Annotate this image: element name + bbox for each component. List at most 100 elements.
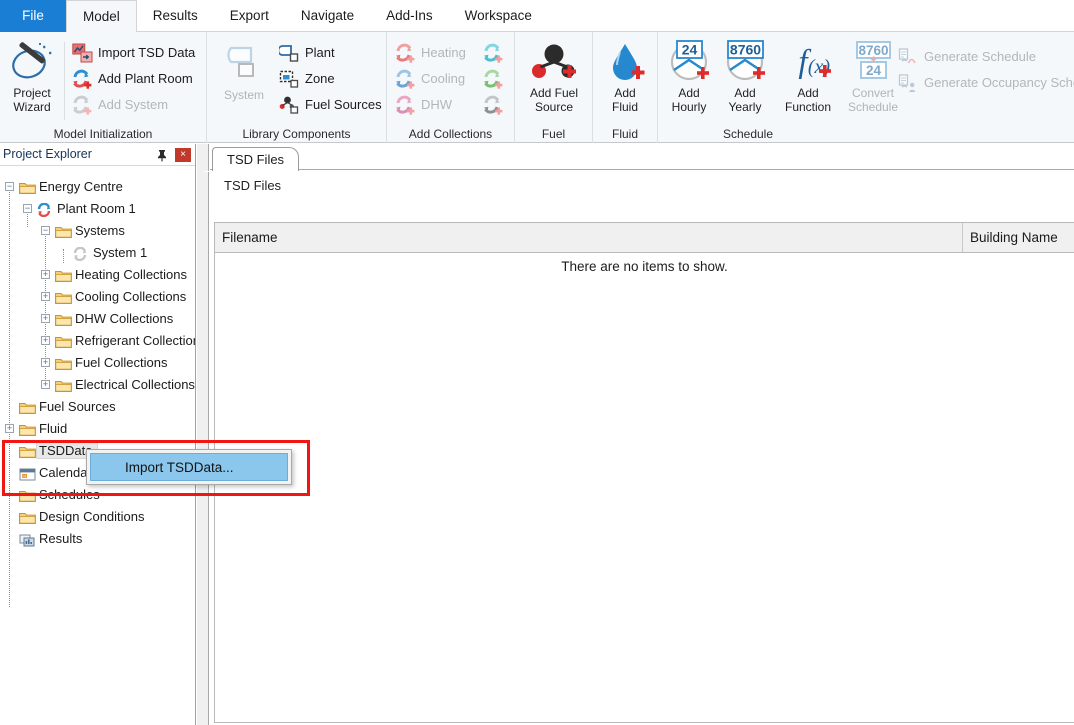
tab-file[interactable]: File [0,0,66,32]
expander-plus-icon[interactable]: + [41,314,50,323]
folder-icon [18,400,36,414]
tree-node-energy-centre[interactable]: − Energy Centre [0,176,195,198]
expander-plus-icon[interactable]: + [41,292,50,301]
generate-occupancy-schedule-icon [898,73,919,93]
ribbon-group-library-components: System Plant Zone Fuel Sources Library C… [207,32,387,143]
tree-node-fluid[interactable]: + Fluid [0,418,195,440]
expander-plus-icon[interactable]: + [41,358,50,367]
zone-button[interactable]: Zone [279,66,335,92]
import-tsd-data-label: Import TSD Data [98,45,196,60]
tree-node-cooling-collections[interactable]: + Cooling Collections [0,286,195,308]
grid-column-filename[interactable]: Filename [215,223,963,252]
context-menu-item-import-tsddata[interactable]: Import TSDData... [90,453,288,481]
add-fuel-collection-button[interactable] [483,66,507,92]
tree-node-design-conditions[interactable]: Design Conditions [0,506,195,528]
tsd-files-grid: Filename Building Name There are no item… [214,222,1074,723]
plant-button[interactable]: Plant [277,40,335,66]
add-hourly-label-2: Hourly [671,100,707,114]
fuel-sources-icon [279,95,300,115]
pin-icon[interactable] [155,148,169,162]
tree-node-label: Electrical Collections [75,377,195,392]
grid-header-row: Filename Building Name [215,223,1074,253]
add-electrical-collection-button[interactable] [483,92,507,118]
generate-schedule-button[interactable]: Generate Schedule [898,44,1036,70]
expander-plus-icon[interactable]: + [41,380,50,389]
add-cooling-collection-button[interactable]: Cooling [395,66,465,92]
tree-node-label: Fuel Sources [39,399,116,414]
expander-minus-icon[interactable]: − [41,226,50,235]
tree-node-label: DHW Collections [75,311,174,326]
project-tree[interactable]: − Energy Centre − Plant Room 1 − Systems… [0,167,195,725]
svg-text:8760: 8760 [858,43,888,58]
add-plant-room-icon [72,69,93,89]
add-yearly-button[interactable]: 8760 Add Yearly [716,40,774,114]
expander-plus-icon[interactable]: + [41,270,50,279]
tab-results[interactable]: Results [137,0,214,32]
tree-node-plant-room-1[interactable]: − Plant Room 1 [0,198,195,220]
add-fuel-source-button[interactable]: Add Fuel Source [519,40,589,114]
add-hourly-button[interactable]: 24 Add Hourly [660,40,718,114]
add-heating-collection-button[interactable]: Heating [395,40,466,66]
tab-model[interactable]: Model [66,0,137,33]
tree-node-fuel-sources[interactable]: Fuel Sources [0,396,195,418]
add-plant-room-button[interactable]: Add Plant Room [72,66,193,92]
tree-node-electrical-collections[interactable]: + Electrical Collections [0,374,195,396]
expander-plus-icon[interactable]: + [5,424,14,433]
folder-icon [54,356,72,370]
add-system-button[interactable]: Add System [72,92,168,118]
tree-node-dhw-collections[interactable]: + DHW Collections [0,308,195,330]
project-wizard-label-1: Project [13,86,51,100]
add-refrigerant-icon [483,43,504,63]
generate-occupancy-schedule-button[interactable]: Generate Occupancy Schedule [898,70,1074,96]
water-droplet-icon [594,40,656,86]
tree-node-fuel-collections[interactable]: + Fuel Collections [0,352,195,374]
tree-node-refrigerant-collections[interactable]: + Refrigerant Collections [0,330,195,352]
project-wizard-label-2: Wizard [13,100,51,114]
add-fuel-source-label-1: Add Fuel [529,86,579,100]
tab-addins[interactable]: Add-Ins [370,0,449,32]
system-library-button[interactable]: System [213,42,275,102]
tab-tsd-files-label: TSD Files [227,152,285,167]
tab-navigate[interactable]: Navigate [285,0,370,32]
context-menu-item-label: Import TSDData... [125,460,234,475]
tree-node-systems[interactable]: − Systems [0,220,195,242]
folder-icon [54,290,72,304]
project-wizard-button[interactable]: Project Wizard [3,40,61,114]
zone-label: Zone [305,71,335,86]
add-refrigerant-collection-button[interactable] [483,40,507,66]
tree-node-schedules[interactable]: Schedules [0,484,195,506]
add-fluid-button[interactable]: Add Fluid [594,40,656,114]
context-menu[interactable]: Import TSDData... [86,449,292,485]
grid-column-building-name[interactable]: Building Name [963,223,1074,252]
tree-node-label: Fluid [39,421,68,436]
system-node-icon [73,246,90,262]
panel-splitter[interactable] [197,144,209,725]
project-explorer-panel: Project Explorer × − Energy Centre − Pla… [0,144,196,725]
tab-tsd-files[interactable]: TSD Files [203,147,300,172]
fuel-sources-button[interactable]: Fuel Sources [279,92,382,118]
add-function-button[interactable]: f (x) Add Function [773,40,843,114]
import-tsd-data-button[interactable]: Import TSD Data [72,40,195,66]
add-plant-room-label: Add Plant Room [98,71,193,86]
expander-minus-icon[interactable]: − [5,182,14,191]
convert-schedule-button[interactable]: 8760 24 Convert Schedule [840,40,906,114]
folder-icon [54,268,72,282]
tree-node-label: Plant Room 1 [57,201,136,216]
tree-node-system-1[interactable]: System 1 [0,242,195,264]
folder-icon [54,334,72,348]
tree-node-results[interactable]: Results [0,528,195,550]
close-icon[interactable]: × [175,148,191,162]
expander-plus-icon[interactable]: + [41,336,50,345]
clock-24-icon: 24 [660,40,718,86]
tree-node-heating-collections[interactable]: + Heating Collections [0,264,195,286]
ribbon-group-label-add-collections: Add Collections [408,127,493,141]
clock-8760-icon: 8760 [716,40,774,86]
add-fluid-label-2: Fluid [611,100,638,114]
tab-export[interactable]: Export [214,0,285,32]
add-dhw-collection-button[interactable]: DHW [395,92,452,118]
tab-workspace[interactable]: Workspace [449,0,548,32]
tree-node-label: Systems [75,223,125,238]
tree-node-label: Schedules [39,487,100,502]
expander-minus-icon[interactable]: − [23,204,32,213]
panel-caption: TSD Files [224,178,282,193]
